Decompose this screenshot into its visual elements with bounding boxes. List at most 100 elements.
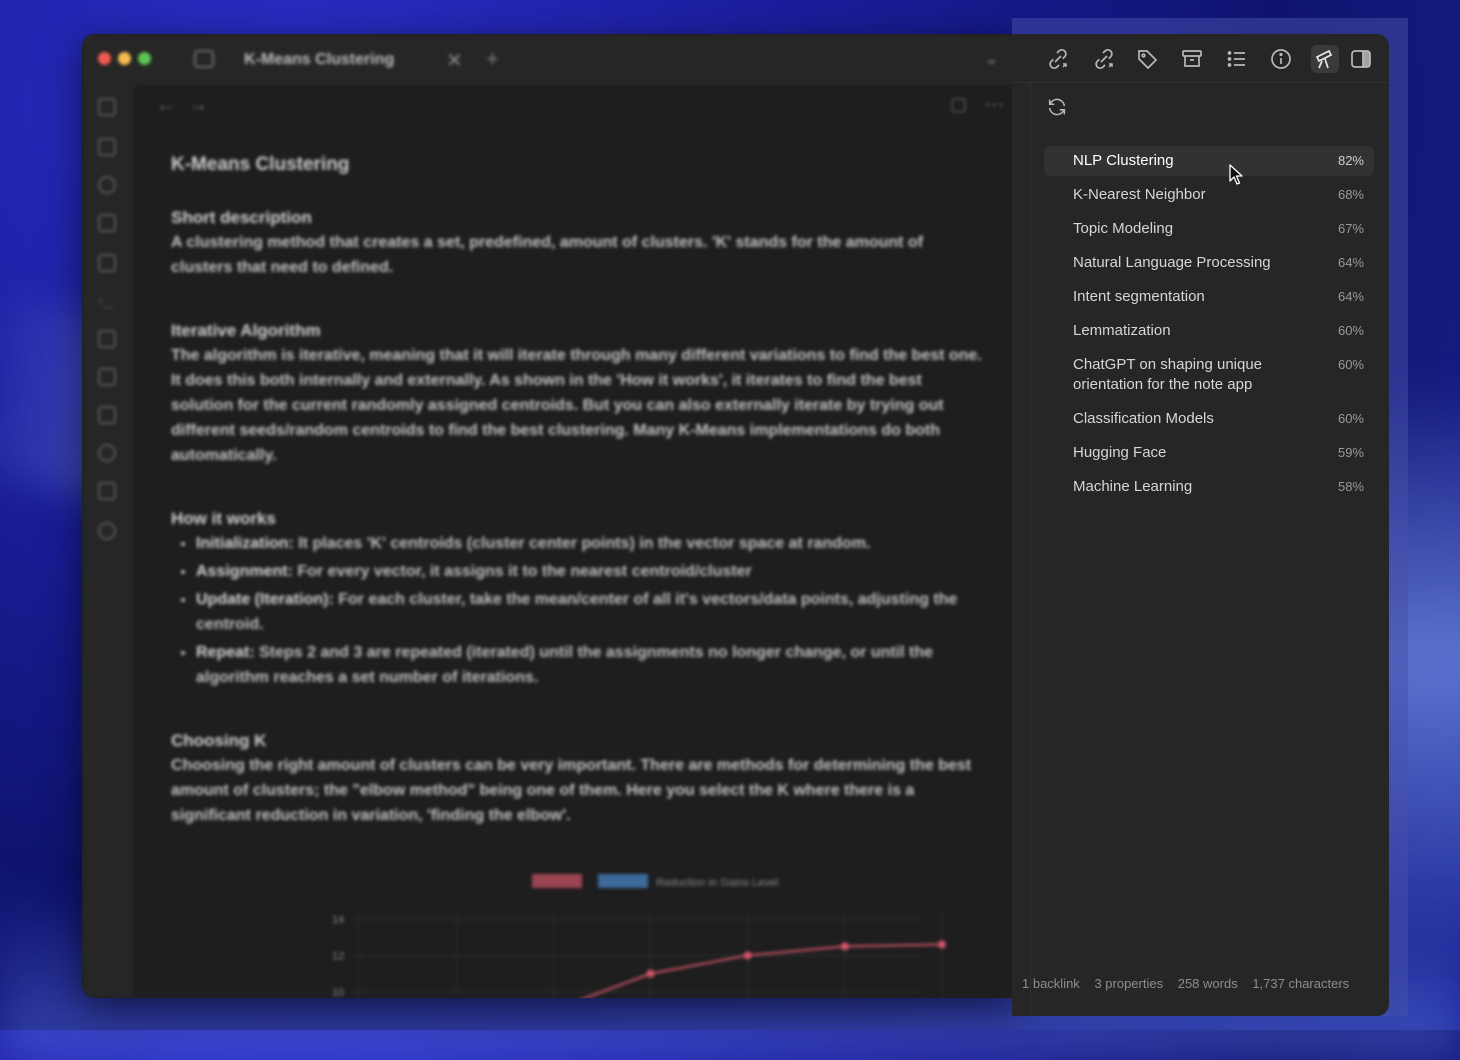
elbow-chart: Reduction in Gains Level 14 12 10 <box>332 874 946 998</box>
step-label: Initialization: <box>196 535 294 552</box>
forward-arrow-icon[interactable]: → <box>188 94 208 117</box>
note-body[interactable]: K-Means Clustering Short description A c… <box>171 152 983 866</box>
list-item[interactable]: ChatGPT on shaping unique orientation fo… <box>1044 350 1374 400</box>
similarity-score: 60% <box>1337 323 1364 338</box>
graph-icon[interactable] <box>98 176 116 194</box>
related-note-title: Intent segmentation <box>1073 288 1205 305</box>
layout-icon[interactable] <box>98 482 116 500</box>
file-icon[interactable] <box>98 138 116 156</box>
backlink-count[interactable]: 1 backlink <box>1022 976 1080 991</box>
similarity-score: 60% <box>1337 411 1364 426</box>
canvas-icon[interactable] <box>98 214 116 232</box>
legend-swatch <box>598 874 648 888</box>
backlinks-icon[interactable] <box>1046 47 1070 71</box>
divider <box>1030 82 1031 1016</box>
terminal-icon[interactable]: ›_ <box>98 292 116 310</box>
list-item[interactable]: Intent segmentation 64% <box>1044 282 1374 312</box>
info-icon[interactable] <box>1269 47 1293 71</box>
section-heading: How it works <box>171 509 276 528</box>
sidebar-toolbar <box>1012 34 1389 82</box>
properties-count: 3 properties <box>1094 976 1164 991</box>
similarity-score: 68% <box>1337 187 1364 202</box>
step-text: For every vector, it assigns it to the n… <box>292 563 752 580</box>
more-options-icon[interactable]: ⋯ <box>984 92 1004 117</box>
list-item[interactable]: Classification Models 60% <box>1044 404 1374 434</box>
character-count: 1,737 characters <box>1252 976 1350 991</box>
reading-mode-icon[interactable]: ▢ <box>950 94 967 115</box>
right-panel-backdrop: NLP Clustering 82% K-Nearest Neighbor 68% To… <box>1012 18 1408 1016</box>
section-text: Choosing the right amount of clusters ca… <box>171 757 972 824</box>
related-note-title: NLP Clustering <box>1073 152 1174 169</box>
left-sidebar-toggle-icon[interactable] <box>194 50 214 68</box>
templates-icon[interactable] <box>98 330 116 348</box>
close-window-button[interactable] <box>98 52 111 65</box>
back-arrow-icon[interactable]: ← <box>156 94 176 117</box>
step-label: Update (Iteration): <box>196 591 334 608</box>
similarity-score: 67% <box>1337 221 1364 236</box>
related-note-title: Hugging Face <box>1073 444 1167 461</box>
similarity-score: 64% <box>1337 289 1364 304</box>
list-item[interactable]: Topic Modeling 67% <box>1044 214 1374 244</box>
section-heading: Short description <box>171 208 312 227</box>
telescope-icon[interactable] <box>1311 45 1339 73</box>
similarity-score: 64% <box>1337 255 1364 270</box>
data-point <box>743 951 752 960</box>
refresh-icon[interactable] <box>1046 96 1068 118</box>
tab-title[interactable]: K-Means Clustering <box>244 51 394 69</box>
word-count: 258 words <box>1177 976 1238 991</box>
tab-list-chevron-icon[interactable]: ⌄ <box>984 48 999 69</box>
tags-icon[interactable] <box>1136 47 1160 71</box>
data-point <box>646 969 655 978</box>
minimize-window-button[interactable] <box>118 52 131 65</box>
list-item[interactable]: Natural Language Processing 64% <box>1044 248 1374 278</box>
data-point <box>938 940 946 949</box>
step-label: Repeat: <box>196 644 255 661</box>
outgoing-links-icon[interactable] <box>1092 47 1116 71</box>
section-heading: Iterative Algorithm <box>171 321 321 340</box>
mouse-cursor-icon <box>1229 164 1243 185</box>
bug-icon[interactable] <box>98 444 116 462</box>
list-item: Initialization: It places 'K' centroids … <box>196 531 983 556</box>
section-text: A clustering method that creates a set, … <box>171 234 924 276</box>
calendar-icon[interactable] <box>98 368 116 386</box>
archive-icon[interactable] <box>1180 47 1204 71</box>
related-notes-list: NLP Clustering 82% K-Nearest Neighbor 68% To… <box>1044 146 1374 506</box>
blurred-content: K-Means Clustering ✕ + ⌄ ›_ ← → ▢ ⋯ K-Me… <box>82 34 1022 998</box>
related-note-title: ChatGPT on shaping unique orientation fo… <box>1073 356 1263 393</box>
data-point <box>840 942 849 951</box>
related-note-title: Classification Models <box>1073 410 1214 427</box>
similarity-score: 60% <box>1337 357 1364 372</box>
related-note-title: Machine Learning <box>1073 478 1193 495</box>
steps-list: Initialization: It places 'K' centroids … <box>171 531 983 690</box>
right-sidebar: NLP Clustering 82% K-Nearest Neighbor 68% To… <box>1012 34 1389 1016</box>
zoom-window-button[interactable] <box>138 52 151 65</box>
related-note-title: K-Nearest Neighbor <box>1073 186 1206 203</box>
dashboard-icon[interactable] <box>98 98 116 116</box>
list-item: Update (Iteration): For each cluster, ta… <box>196 587 983 637</box>
tab-close-icon[interactable]: ✕ <box>446 48 463 73</box>
list-item[interactable]: Lemmatization 60% <box>1044 316 1374 346</box>
editor-window: K-Means Clustering ✕ + ⌄ ›_ ← → ▢ ⋯ K-Me… <box>82 34 1022 998</box>
y-tick-label: 12 <box>332 950 344 962</box>
section-heading: Choosing K <box>171 731 267 750</box>
copy-icon[interactable] <box>98 254 116 272</box>
step-text: Steps 2 and 3 are repeated (iterated) un… <box>196 644 934 686</box>
list-item[interactable]: Hugging Face 59% <box>1044 438 1374 468</box>
list-item[interactable]: Machine Learning 58% <box>1044 472 1374 502</box>
related-note-title: Topic Modeling <box>1073 220 1174 237</box>
image-icon[interactable] <box>98 406 116 424</box>
divider <box>1012 82 1389 83</box>
outline-icon[interactable] <box>1225 47 1249 71</box>
chat-icon[interactable] <box>98 522 116 540</box>
ribbon: ›_ <box>82 86 134 998</box>
new-tab-icon[interactable]: + <box>486 46 499 72</box>
titlebar: K-Means Clustering ✕ + ⌄ <box>82 34 1022 86</box>
list-item: Repeat: Steps 2 and 3 are repeated (iter… <box>196 640 983 690</box>
related-note-title: Natural Language Processing <box>1073 254 1271 271</box>
sidebar-toggle-icon[interactable] <box>1349 47 1373 71</box>
step-label: Assignment: <box>196 563 293 580</box>
list-item[interactable]: NLP Clustering 82% <box>1044 146 1374 176</box>
similarity-score: 59% <box>1337 445 1364 460</box>
step-text: It places 'K' centroids (cluster center … <box>293 535 871 552</box>
list-item[interactable]: K-Nearest Neighbor 68% <box>1044 180 1374 210</box>
